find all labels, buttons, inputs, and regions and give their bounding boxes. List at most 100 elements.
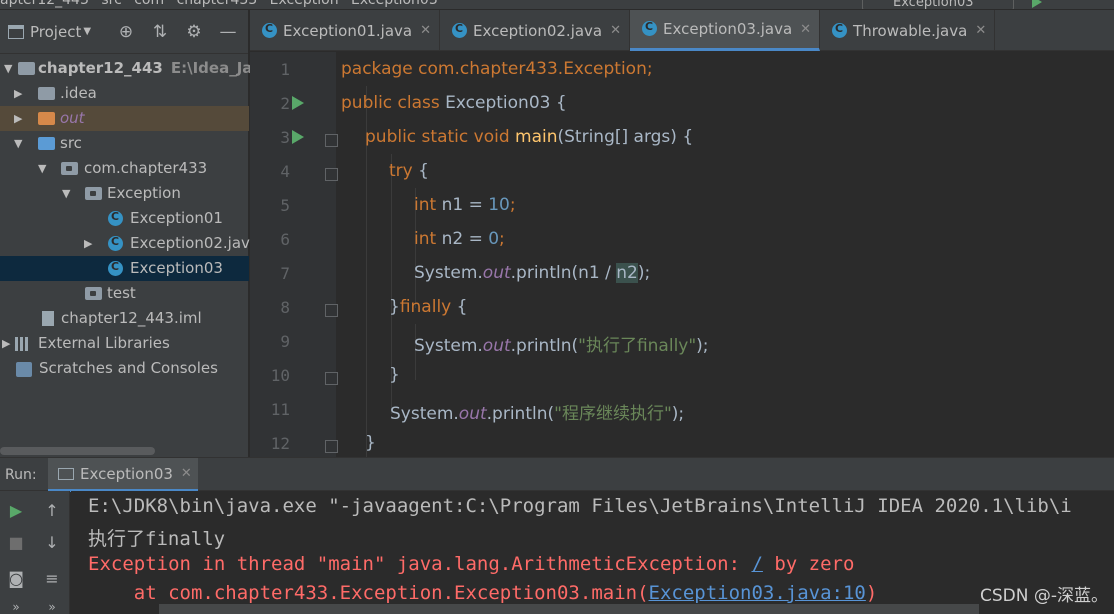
scroll-up-icon[interactable]: ↑ xyxy=(40,499,64,523)
code-line: int n2 = 0; xyxy=(414,229,505,249)
console-line: E:\JDK8\bin\java.exe "-javaagent:C:\Prog… xyxy=(88,495,1072,517)
line-number: 12 xyxy=(270,434,290,453)
editor-tabs: Exception01.java ✕ Exception02.java ✕ Ex… xyxy=(250,10,1114,51)
stop-icon[interactable]: ■ xyxy=(4,531,28,555)
line-number: 3 xyxy=(280,128,290,147)
close-icon[interactable]: ✕ xyxy=(800,22,811,37)
run-gutter-icon[interactable] xyxy=(292,96,304,110)
rerun-icon[interactable]: ▶ xyxy=(4,499,28,523)
excluded-folder-icon xyxy=(38,112,55,125)
tree-item-src[interactable]: ▼ src xyxy=(0,131,249,156)
run-gutter-icon[interactable] xyxy=(292,130,304,144)
gear-icon[interactable]: ⚙ xyxy=(177,22,211,42)
tree-item-label: out xyxy=(60,109,85,127)
tree-item-label: com.chapter433 xyxy=(84,159,208,177)
more-icon[interactable]: » xyxy=(4,595,28,614)
code-line: }finally { xyxy=(389,297,468,317)
tab-label: Exception03.java xyxy=(663,20,793,38)
breadcrumb-item[interactable]: Exception xyxy=(270,0,339,8)
line-number: 4 xyxy=(280,162,290,181)
tab-exception02[interactable]: Exception02.java ✕ xyxy=(440,10,631,51)
scroll-down-icon[interactable]: ↓ xyxy=(40,531,64,555)
soft-wrap-icon[interactable]: ≡ xyxy=(40,567,64,591)
more-icon[interactable]: » xyxy=(40,595,64,614)
tree-item-exception01[interactable]: Exception01 xyxy=(0,206,249,231)
locate-icon[interactable]: ⊕ xyxy=(109,22,143,42)
breadcrumb-item[interactable]: com xyxy=(134,0,164,8)
tree-item-label: Scratches and Consoles xyxy=(39,359,218,377)
line-number: 5 xyxy=(280,196,290,215)
run-console[interactable]: E:\JDK8\bin\java.exe "-javaagent:C:\Prog… xyxy=(71,491,1114,614)
tree-item-label: Exception xyxy=(107,184,181,202)
java-class-icon xyxy=(108,260,123,276)
console-line-error: at com.chapter433.Exception.Exception03.… xyxy=(88,582,878,604)
tab-throwable[interactable]: Throwable.java ✕ xyxy=(820,10,996,51)
code-area[interactable]: package com.chapter433.Exception; public… xyxy=(336,52,1114,457)
tab-label: Throwable.java xyxy=(853,21,968,40)
expand-arrow-icon[interactable]: ▼ xyxy=(14,131,22,156)
tree-item-label: chapter12_443 xyxy=(38,59,163,77)
breadcrumb-item[interactable]: chapter433 xyxy=(177,0,258,8)
tree-item-test[interactable]: test xyxy=(0,281,249,306)
tree-item-idea[interactable]: ▶ .idea xyxy=(0,81,249,106)
tree-item-scratches[interactable]: Scratches and Consoles xyxy=(0,356,249,381)
close-icon[interactable]: ✕ xyxy=(420,23,431,38)
expand-arrow-icon[interactable]: ▶ xyxy=(2,331,10,356)
line-number: 10 xyxy=(270,366,290,385)
java-class-icon xyxy=(452,22,468,38)
collapse-all-icon[interactable]: ⇅ xyxy=(143,22,177,42)
expand-arrow-icon[interactable]: ▼ xyxy=(38,156,46,181)
tab-exception01[interactable]: Exception01.java ✕ xyxy=(250,10,441,51)
run-label: Run: xyxy=(5,467,37,483)
breadcrumb-item[interactable]: src xyxy=(101,0,121,8)
line-number: 9 xyxy=(280,332,290,351)
hide-icon[interactable]: — xyxy=(211,22,245,42)
line-number: 8 xyxy=(280,298,290,317)
tree-item-label: src xyxy=(60,134,82,152)
run-side-toolbar: ▶ ↑ ■ ↓ ◙ ≡ » » xyxy=(0,491,70,614)
project-view-selector[interactable]: Project xyxy=(30,23,81,41)
expand-arrow-icon[interactable]: ▶ xyxy=(84,231,92,256)
code-line: package com.chapter433.Exception; xyxy=(341,59,653,79)
tree-item-iml[interactable]: chapter12_443.iml xyxy=(0,306,249,331)
line-number: 11 xyxy=(270,400,290,419)
project-pane: Project ▼ ⊕ ⇅ ⚙ — ▼ chapter12_443 E:\Idea… xyxy=(0,10,272,457)
console-line-error: Exception in thread "main" java.lang.Ari… xyxy=(88,553,855,575)
horizontal-scrollbar[interactable] xyxy=(0,447,155,455)
tree-item-chapter12-443[interactable]: ▼ chapter12_443 E:\Idea_Java xyxy=(0,56,272,81)
tree-item-out[interactable]: ▶ out xyxy=(0,106,249,131)
tree-item-external-libraries[interactable]: ▶ External Libraries xyxy=(0,331,249,356)
run-icon[interactable] xyxy=(1032,0,1042,8)
tree-item-exception02[interactable]: ▶ Exception02.java xyxy=(0,231,259,256)
camera-icon[interactable]: ◙ xyxy=(4,567,28,591)
breadcrumb: apter12_443 src com chapter433 Exception… xyxy=(0,0,446,8)
code-line: public static void main(String[] args) { xyxy=(365,127,694,147)
tab-exception03[interactable]: Exception03.java ✕ xyxy=(630,10,821,51)
scratches-icon xyxy=(16,362,32,377)
console-link[interactable]: / xyxy=(751,553,762,575)
expand-arrow-icon[interactable]: ▶ xyxy=(14,81,22,106)
run-tab-exception03[interactable]: Exception03 ✕ xyxy=(48,458,198,492)
code-editor[interactable]: 1 2 3 4 5 6 7 8 9 10 11 12 package com.c… xyxy=(250,52,1114,457)
close-icon[interactable]: ✕ xyxy=(610,23,621,38)
expand-arrow-icon[interactable]: ▼ xyxy=(62,181,70,206)
package-icon xyxy=(61,162,78,175)
horizontal-scrollbar[interactable] xyxy=(159,604,979,614)
tree-item-exception-package[interactable]: ▼ Exception xyxy=(0,181,249,206)
breadcrumb-item[interactable]: apter12_443 xyxy=(0,0,89,8)
tree-item-exception03[interactable]: Exception03 xyxy=(0,256,249,281)
tree-item-label: Exception03 xyxy=(130,259,223,277)
close-icon[interactable]: ✕ xyxy=(181,466,192,481)
highlighted-variable: n2 xyxy=(616,263,638,283)
expand-arrow-icon[interactable]: ▶ xyxy=(14,106,22,131)
code-line: try { xyxy=(389,161,429,181)
chevron-down-icon[interactable]: ▼ xyxy=(83,26,91,37)
expand-arrow-icon[interactable]: ▼ xyxy=(4,56,12,81)
java-class-icon xyxy=(108,210,123,226)
console-link[interactable]: Exception03.java:10 xyxy=(649,582,866,604)
tree-item-com-chapter433[interactable]: ▼ com.chapter433 xyxy=(0,156,249,181)
breadcrumb-item[interactable]: Exception03 xyxy=(351,0,438,8)
run-configuration-select[interactable]: Exception03 xyxy=(862,0,1014,9)
close-icon[interactable]: ✕ xyxy=(975,23,986,38)
console-line: 执行了finally xyxy=(88,528,226,550)
